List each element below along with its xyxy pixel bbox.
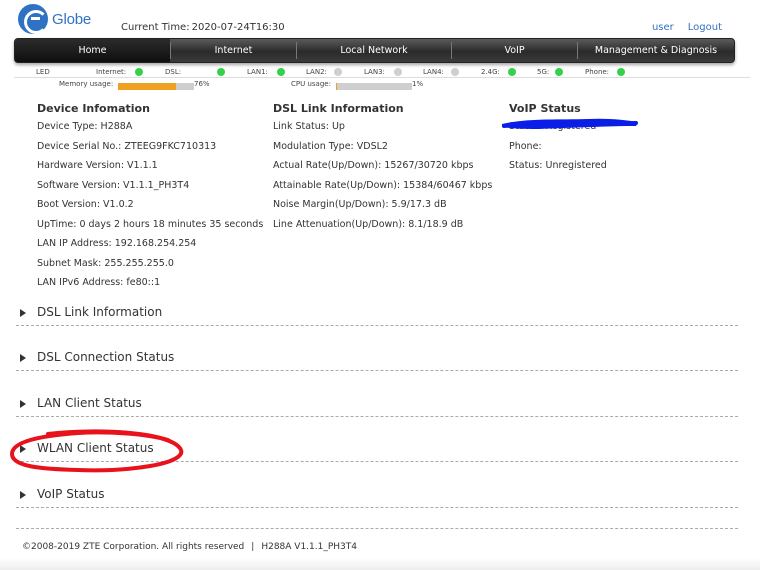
tab-internet[interactable]: Internet	[171, 39, 296, 62]
section-lan-client-status[interactable]: LAN Client Status	[16, 393, 738, 417]
led-phone-indicator	[617, 68, 625, 76]
dsl-link-information-title: DSL Link Information	[273, 102, 404, 115]
led-dsl-indicator	[217, 68, 225, 76]
memory-usage-percent: 76%	[194, 80, 210, 88]
section-label: LAN Client Status	[37, 396, 142, 410]
led-lan2-label: LAN2:	[306, 68, 327, 76]
dsl-info-row: Line Attenuation(Up/Down): 8.1/18.9 dB	[273, 218, 464, 230]
led-internet-label: Internet:	[96, 68, 127, 76]
dsl-info-row: Noise Margin(Up/Down): 5.9/17.3 dB	[273, 199, 447, 210]
memory-usage-fill	[118, 83, 176, 90]
section-voip-status[interactable]: VoIP Status	[16, 484, 738, 508]
dsl-info-row: Attainable Rate(Up/Down): 15384/60467 kb…	[273, 179, 493, 191]
dsl-info-row: Modulation Type: VDSL2	[273, 140, 388, 152]
tab-voip[interactable]: VoIP	[452, 39, 577, 62]
device-information-title: Device Infomation	[37, 102, 150, 115]
firmware-version: H288A V1.1.1_PH3T4	[261, 542, 357, 552]
led-lan3-indicator	[394, 68, 402, 76]
section-label: DSL Connection Status	[37, 350, 175, 364]
device-info-row: UpTime: 0 days 2 hours 18 minutes 35 sec…	[37, 218, 264, 230]
copyright-text: ©2008-2019 ZTE Corporation. All rights r…	[22, 542, 245, 552]
device-info-row: Device Type: H288A	[37, 121, 133, 132]
cpu-usage-fill	[336, 83, 337, 90]
led-internet-indicator	[135, 68, 143, 76]
redaction-scribble	[502, 118, 638, 129]
expand-arrow-icon	[20, 491, 26, 499]
expand-arrow-icon	[20, 354, 26, 362]
section-dsl-connection-status[interactable]: DSL Connection Status	[16, 347, 738, 371]
current-time: Current Time: 2020-07-24T16:30	[119, 22, 285, 33]
section-dsl-link-information[interactable]: DSL Link Information	[16, 302, 738, 326]
globe-logo: Globe	[18, 4, 91, 34]
led-lan1-label: LAN1:	[247, 68, 268, 76]
logout-link[interactable]: Logout	[688, 22, 722, 33]
section-label: DSL Link Information	[37, 305, 163, 319]
led-2-4g-label: 2.4G:	[481, 68, 500, 76]
voip-info-row: Phone:	[509, 140, 542, 152]
cpu-usage-bar	[336, 83, 412, 90]
led-dsl-label: DSL:	[165, 68, 182, 76]
expand-arrow-icon	[20, 309, 26, 317]
tab-local-network[interactable]: Local Network	[297, 39, 451, 62]
expand-arrow-icon	[20, 400, 26, 408]
led-status-bar: LED Internet: DSL: LAN1: LAN2: LAN3: LAN…	[14, 66, 750, 78]
led-title: LED	[36, 68, 50, 76]
led-lan4-label: LAN4:	[423, 68, 444, 76]
section-label: VoIP Status	[37, 487, 105, 501]
led-phone-label: Phone:	[585, 68, 610, 76]
dsl-info-row: Link Status: Up	[273, 121, 345, 132]
red-circle-annotation	[9, 429, 184, 473]
memory-usage-bar	[118, 83, 194, 90]
device-info-row: Hardware Version: V1.1.1	[37, 160, 158, 171]
dsl-link-information-panel: DSL Link Information Link Status: Up Mod…	[273, 102, 492, 238]
led-2-4g-indicator	[508, 68, 516, 76]
device-info-row: LAN IP Address: 192.168.254.254	[37, 238, 197, 249]
footer-separator: |	[251, 542, 255, 552]
footer-divider	[16, 528, 738, 529]
led-lan4-indicator	[451, 68, 459, 76]
bottom-shade	[0, 558, 760, 570]
led-lan1-indicator	[277, 68, 285, 76]
dsl-info-row: Actual Rate(Up/Down): 15267/30720 kbps	[273, 160, 474, 171]
led-lan2-indicator	[334, 68, 342, 76]
voip-info-row: Status: Unregistered	[509, 160, 607, 171]
led-lan3-label: LAN3:	[364, 68, 385, 76]
memory-usage-label: Memory usage:	[59, 80, 114, 88]
logo-text: Globe	[52, 10, 92, 28]
device-info-row: LAN IPv6 Address: fe80::1	[37, 277, 161, 288]
footer: ©2008-2019 ZTE Corporation. All rights r…	[22, 542, 357, 552]
led-5g-label: 5G:	[537, 68, 550, 76]
current-time-label: Current Time:	[121, 22, 190, 33]
device-info-row: Boot Version: V1.0.2	[37, 199, 134, 210]
main-nav: Home Internet Local Network VoIP Managem…	[14, 38, 735, 63]
led-5g-indicator	[555, 68, 563, 76]
device-info-row: Subnet Mask: 255.255.255.0	[37, 257, 174, 269]
user-links: user Logout	[652, 22, 722, 33]
tab-home[interactable]: Home	[15, 39, 170, 62]
cpu-usage-label: CPU usage:	[291, 80, 331, 88]
current-time-value: 2020-07-24T16:30	[191, 22, 285, 33]
cpu-usage-percent: 1%	[412, 80, 424, 88]
device-info-row: Device Serial No.: ZTEEG9FKC710313	[37, 140, 217, 152]
globe-logo-icon	[18, 4, 48, 34]
tab-management-diagnosis[interactable]: Management & Diagnosis	[578, 39, 734, 62]
device-info-row: Software Version: V1.1.1_PH3T4	[37, 179, 190, 191]
device-information-panel: Device Infomation Device Type: H288A Dev…	[37, 102, 263, 297]
user-link[interactable]: user	[652, 22, 674, 33]
